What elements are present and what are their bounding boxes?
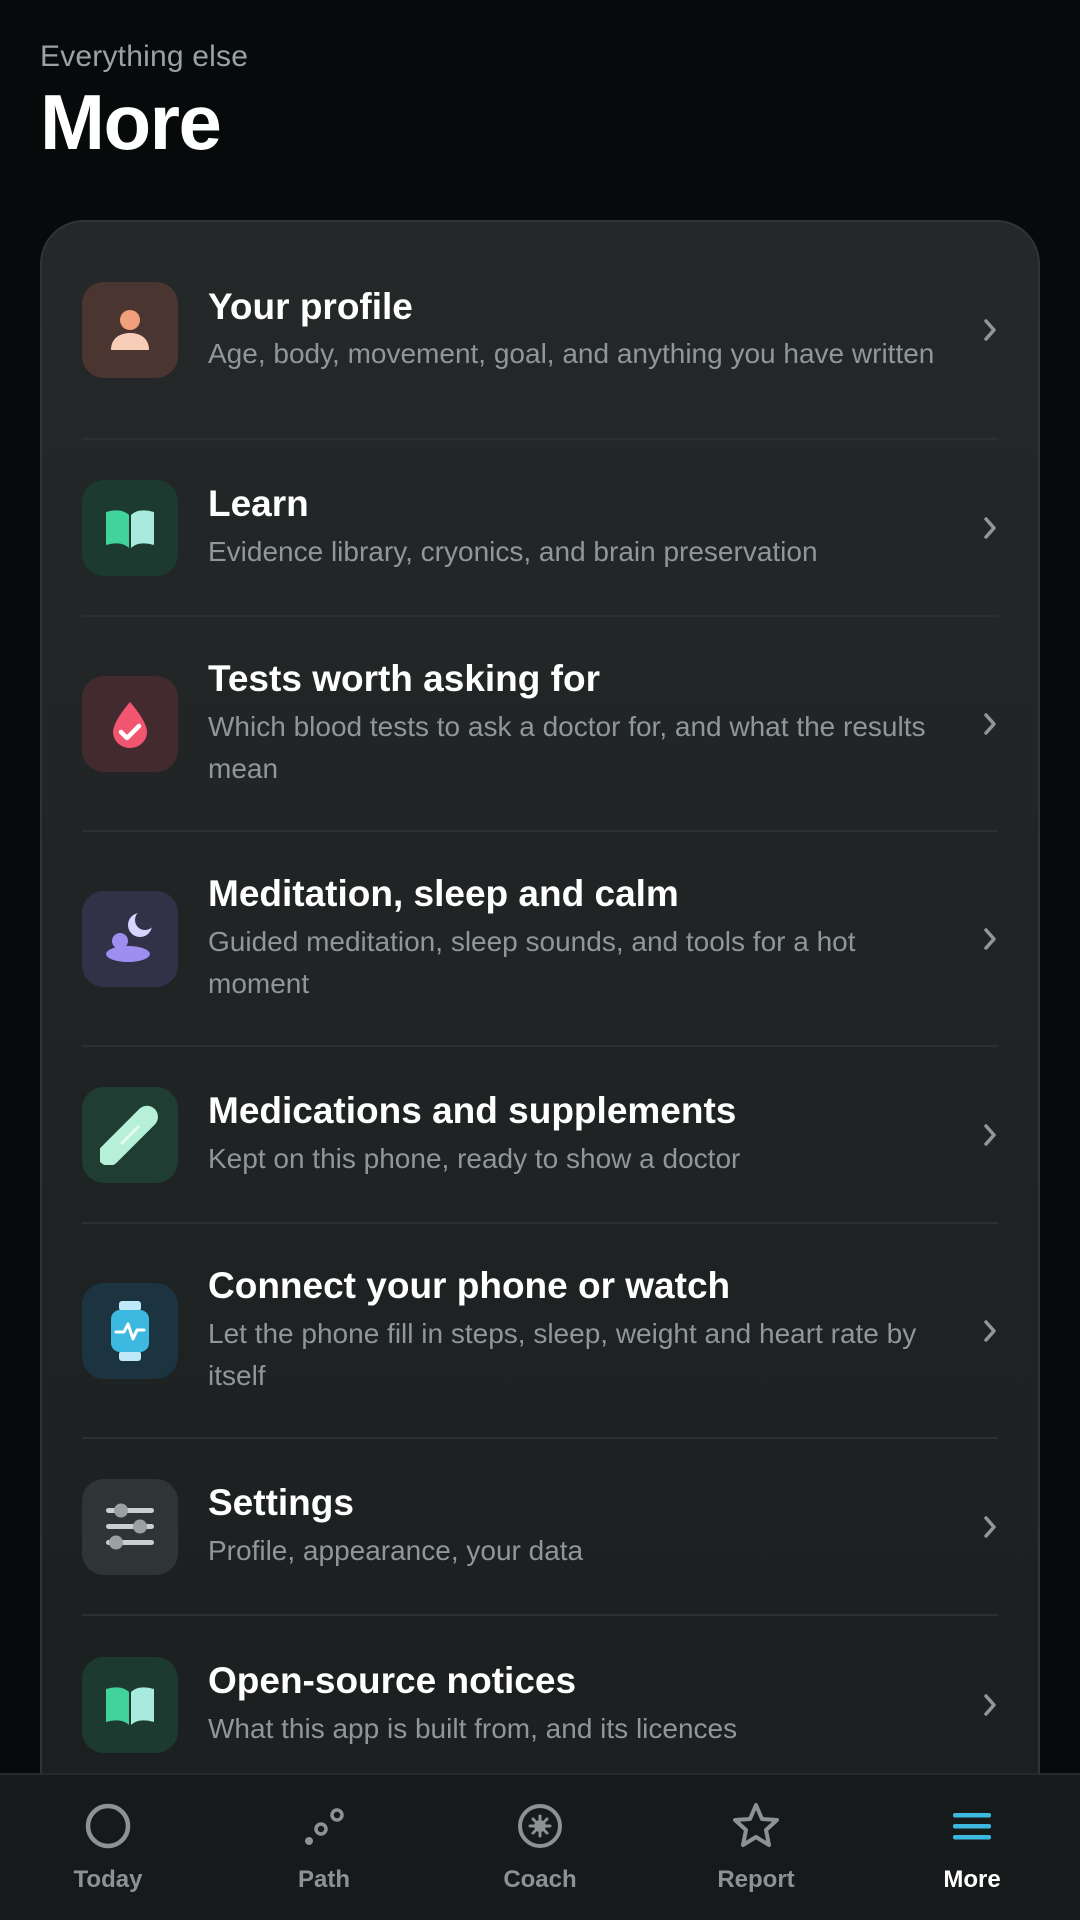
sliders-icon [82,1478,178,1575]
menu-item-tests[interactable]: Tests worth asking for Which blood tests… [82,617,998,832]
menu-item-your-profile[interactable]: Your profile Age, body, movement, goal, … [82,222,998,440]
chevron-right-icon [958,1692,998,1718]
menu-item-subtitle: Age, body, movement, goal, and anything … [208,338,935,370]
menu-item-title: Learn [208,483,309,525]
meditation-moon-icon [82,890,178,987]
menu-item-subtitle: Evidence library, cryonics, and brain pr… [208,535,818,567]
tab-label: More [943,1866,1001,1893]
circle-icon [83,1801,133,1856]
menu-item-subtitle: Guided meditation, sleep sounds, and too… [208,925,856,999]
menu-item-subtitle: Kept on this phone, ready to show a doct… [208,1142,741,1174]
path-dots-icon [299,1801,349,1856]
menu-item-subtitle: Let the phone fill in steps, sleep, weig… [208,1317,917,1391]
chevron-right-icon [958,515,998,541]
tab-label: Coach [503,1866,577,1893]
more-menu-card: Your profile Age, body, movement, goal, … [40,220,1040,1820]
chevron-right-icon [958,1514,998,1540]
menu-item-subtitle: Profile, appearance, your data [208,1534,584,1566]
tab-label: Today [73,1866,143,1893]
menu-item-learn[interactable]: Learn Evidence library, cryonics, and br… [82,440,998,617]
menu-item-medications[interactable]: Medications and supplements Kept on this… [82,1047,998,1224]
tab-path[interactable]: Path [216,1775,432,1920]
person-icon [82,282,178,378]
watch-icon [82,1282,178,1379]
blood-drop-icon [82,675,178,772]
menu-icon [947,1801,997,1856]
book-icon [82,1656,178,1753]
tab-today[interactable]: Today [0,1775,216,1920]
menu-item-title: Medications and supplements [208,1090,737,1132]
page-eyebrow: Everything else [40,40,249,73]
tab-report[interactable]: Report [648,1775,864,1920]
chevron-right-icon [958,1122,998,1148]
menu-item-meditation[interactable]: Meditation, sleep and calm Guided medita… [82,832,998,1047]
chevron-right-icon [958,711,998,737]
menu-item-title: Settings [208,1482,354,1524]
menu-item-subtitle: Which blood tests to ask a doctor for, a… [208,710,926,784]
tab-more[interactable]: More [864,1775,1080,1920]
tab-label: Path [297,1866,350,1893]
menu-item-connect-device[interactable]: Connect your phone or watch Let the phon… [82,1224,998,1439]
menu-item-title: Tests worth asking for [208,658,600,700]
menu-item-title: Your profile [208,285,413,327]
tab-label: Report [717,1866,795,1893]
coach-icon [515,1801,565,1856]
page-header: Everything else More [40,40,248,164]
chevron-right-icon [958,1318,998,1344]
menu-item-title: Meditation, sleep and calm [208,873,679,915]
chevron-right-icon [958,317,998,343]
book-icon [82,479,178,576]
bottom-tab-bar: Today Path Coach Report More [0,1773,1080,1920]
menu-item-subtitle: What this app is built from, and its lic… [208,1712,738,1744]
menu-item-open-source[interactable]: Open-source notices What this app is bui… [82,1616,998,1793]
page-title: More [40,78,222,166]
chevron-right-icon [958,926,998,952]
menu-item-title: Connect your phone or watch [208,1265,731,1307]
menu-item-settings[interactable]: Settings Profile, appearance, your data [82,1439,998,1616]
pill-icon [82,1086,178,1183]
menu-item-title: Open-source notices [208,1660,577,1702]
tab-coach[interactable]: Coach [432,1775,648,1920]
star-icon [730,1801,782,1856]
